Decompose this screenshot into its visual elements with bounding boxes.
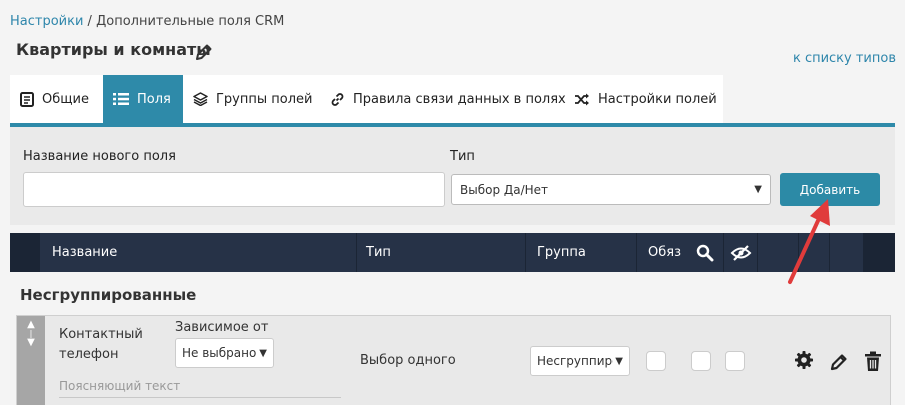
column-header-group[interactable]: Группа [526, 233, 636, 272]
field-type-select-value: Выбор Да/Нет [460, 182, 549, 197]
dependent-on-label: Зависимое от [175, 320, 269, 335]
breadcrumb-separator: / [83, 14, 97, 29]
column-header-hidden[interactable] [724, 233, 757, 272]
column-header-required[interactable]: Обяз [637, 233, 687, 272]
document-icon [20, 91, 34, 107]
chevron-down-icon: ▼ [259, 347, 267, 359]
drag-handle[interactable]: ▲ | ▼ [17, 316, 45, 405]
chevron-down-icon: ▼ [615, 355, 623, 367]
gear-icon[interactable] [794, 350, 814, 370]
link-icon [331, 92, 344, 106]
tab-fields[interactable]: Поля [103, 75, 183, 123]
dependent-on-value: Не выбрано [182, 346, 257, 360]
field-type-label: Тип [450, 149, 475, 164]
field-type: Выбор одного [360, 353, 456, 368]
tab-data-link-rules-label: Правила связи данных в полях [353, 91, 566, 107]
field-group-select[interactable]: Несгруппированные ▼ [530, 346, 630, 376]
tab-bar: Общие Поля Группы полей Правила связи да… [10, 75, 723, 123]
tab-data-link-rules[interactable]: Правила связи данных в полях [320, 75, 566, 123]
tab-field-groups-label: Группы полей [216, 91, 313, 107]
hint-text-input[interactable]: Поясняющий текст [59, 374, 341, 398]
chevron-down-icon: ▼ [754, 184, 762, 195]
tab-field-settings-label: Настройки полей [598, 91, 717, 107]
field-group-value: Несгруппированные [537, 354, 613, 368]
required-checkbox[interactable] [646, 351, 666, 371]
breadcrumb-settings-link[interactable]: Настройки [10, 14, 83, 29]
table-header: Название Тип Группа Обяз [10, 233, 895, 272]
dependent-on-select[interactable]: Не выбрано ▼ [175, 338, 274, 368]
tab-field-groups[interactable]: Группы полей [183, 75, 320, 123]
new-field-name-label: Название нового поля [23, 149, 176, 164]
breadcrumb: Настройки / Дополнительные поля CRM [10, 14, 284, 29]
column-header-name[interactable]: Название [40, 233, 356, 272]
arrow-down-icon: ▼ [27, 337, 35, 348]
annotation-arrow [788, 199, 830, 284]
layers-icon [193, 92, 208, 106]
add-field-panel: Название нового поля Тип Выбор Да/Нет ▼ … [10, 127, 895, 225]
shuffle-icon [575, 93, 589, 105]
searchable-checkbox[interactable] [691, 351, 711, 371]
pencil-icon[interactable] [829, 352, 849, 372]
breadcrumb-current: Дополнительные поля CRM [96, 14, 285, 29]
back-to-types-link[interactable]: к списку типов [793, 51, 896, 66]
field-type-select[interactable]: Выбор Да/Нет ▼ [451, 174, 771, 205]
table-row: ▲ | ▼ Контактный телефон Зависимое от Не… [16, 315, 891, 405]
page-title: Квартиры и комнаты [16, 40, 211, 59]
tab-fields-label: Поля [137, 91, 171, 107]
tab-field-settings[interactable]: Настройки полей [564, 75, 723, 123]
new-field-name-input[interactable] [23, 172, 445, 207]
tab-general[interactable]: Общие [10, 75, 103, 123]
hidden-checkbox[interactable] [725, 351, 745, 371]
column-header-type[interactable]: Тип [357, 233, 525, 272]
search-icon [696, 244, 714, 261]
column-header-search[interactable] [687, 233, 723, 272]
tab-general-label: Общие [42, 91, 89, 107]
list-icon [113, 93, 129, 105]
trash-icon[interactable] [864, 351, 882, 372]
group-title: Несгруппированные [20, 286, 197, 304]
pencil-icon[interactable] [194, 42, 214, 62]
field-name: Контактный телефон [59, 327, 143, 362]
eye-off-icon [730, 244, 751, 261]
